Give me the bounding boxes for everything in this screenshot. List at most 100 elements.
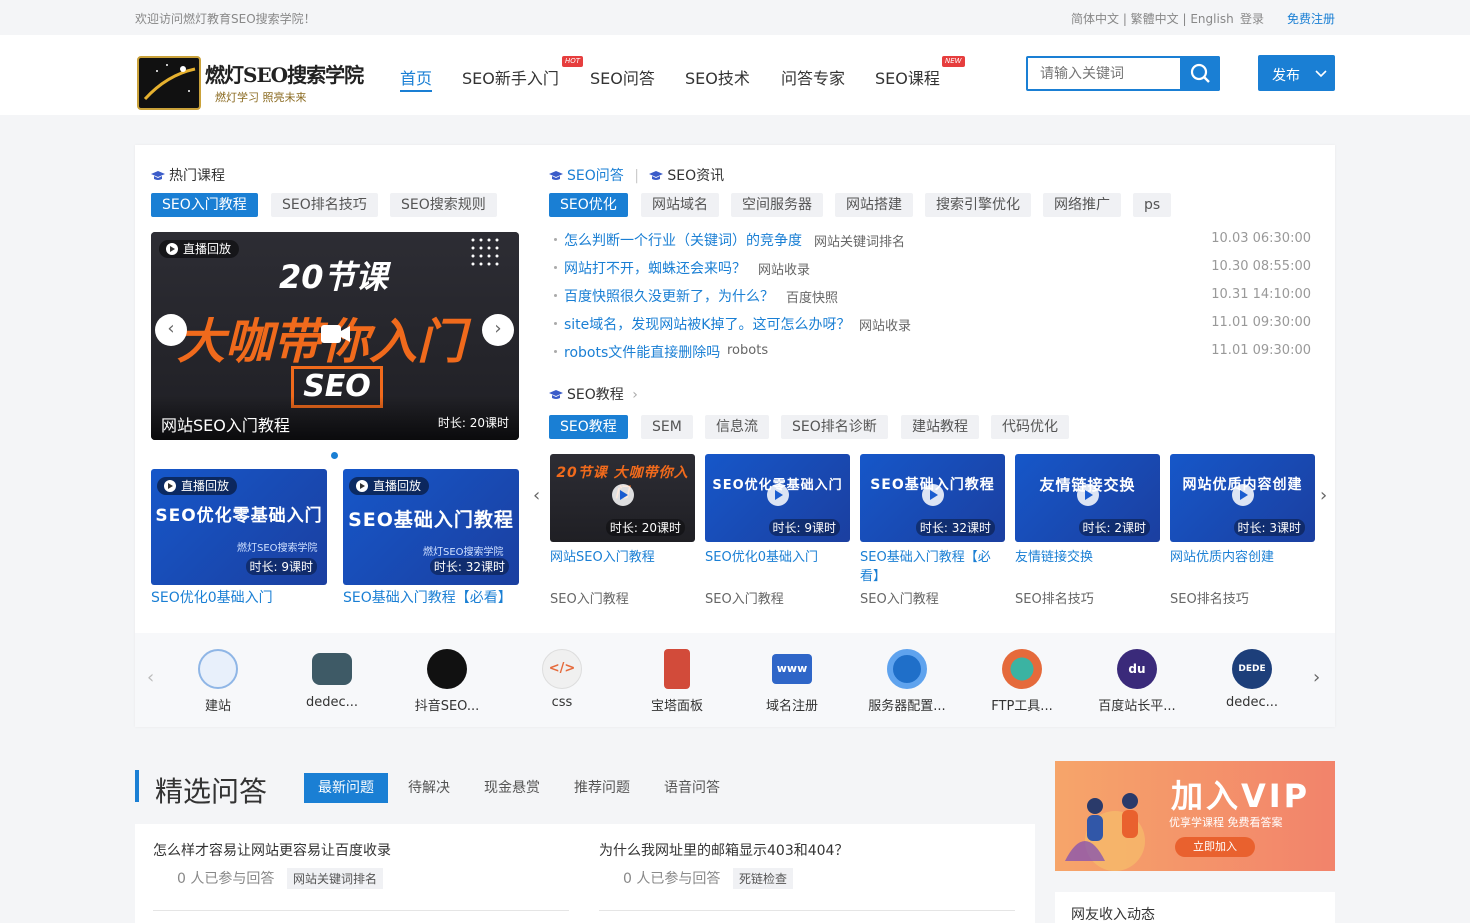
tool-label: 宝塔面板 <box>650 699 703 714</box>
list-item[interactable]: robots文件能直接删除吗 robots 11.01 09:30:00 <box>549 342 1311 362</box>
vip-join-button[interactable]: 立即加入 <box>1175 837 1255 857</box>
nav-seo-tech[interactable]: SEO技术 <box>685 65 750 89</box>
nav-seo-qa[interactable]: SEO问答 <box>590 65 655 89</box>
qa-category[interactable]: 网站收录 <box>758 259 810 278</box>
course-slider[interactable]: 直播回放 20节课 大咖带你入门 SEO ‹ › 网站SEO入门教程 时长: 2… <box>151 232 519 440</box>
tab-seo-optimization[interactable]: SEO优化 <box>549 193 628 217</box>
tab-seo-diagnosis[interactable]: SEO排名诊断 <box>781 415 888 439</box>
baidu-icon: du <box>1117 649 1157 689</box>
search-button[interactable] <box>1180 56 1220 91</box>
qa-title[interactable]: robots文件能直接删除吗 <box>564 342 720 362</box>
tab-seo-tutorial[interactable]: SEO教程 <box>549 415 628 439</box>
tutorial-card-4[interactable]: 友情链接交换 时长: 2课时 友情链接交换 SEO排名技巧 <box>1015 454 1160 607</box>
tab-site-tutorial[interactable]: 建站教程 <box>901 415 979 439</box>
list-item[interactable]: 怎么判断一个行业（关键词）的竞争度 网站关键词排名 10.03 06:30:00 <box>549 230 1311 250</box>
tab-latest[interactable]: 最新问题 <box>304 773 388 803</box>
course-duration: 时长: 20课时 <box>605 519 685 536</box>
course-category: SEO入门教程 <box>705 592 784 607</box>
tool-item[interactable]: 建站 <box>173 649 263 714</box>
tab-promotion[interactable]: 网络推广 <box>1043 193 1121 217</box>
qa-card[interactable]: 怎么样才容易让网站更容易让百度收录 0 人已参与回答 网站关键词排名 <box>153 840 569 911</box>
tool-item[interactable]: DEDE dedec... <box>1207 649 1297 710</box>
tab-site-building[interactable]: 网站搭建 <box>835 193 913 217</box>
vip-banner[interactable]: 加入VIP 优享学课程 免费看答案 立即加入 <box>1055 761 1335 871</box>
nav-qa-experts[interactable]: 问答专家 <box>781 65 845 89</box>
qa-title[interactable]: 怎么判断一个行业（关键词）的竞争度 <box>564 230 802 250</box>
qa-card-title[interactable]: 为什么我网址里的邮箱显示403和404？ <box>599 840 1015 860</box>
nav-seo-beginner[interactable]: SEO新手入门 <box>462 65 559 89</box>
tool-item[interactable]: du 百度站长平... <box>1092 649 1182 714</box>
tutorial-card-1[interactable]: 20节课 大咖带你入门 时长: 20课时 网站SEO入门教程 SEO入门教程 <box>550 454 695 607</box>
tab-title-seo-news[interactable]: SEO资讯 <box>667 168 724 184</box>
slider-next-button[interactable]: › <box>482 314 514 346</box>
list-item[interactable]: 百度快照很久没更新了，为什么？ 百度快照 10.31 14:10:00 <box>549 286 1311 306</box>
hot-course-card-2[interactable]: 直播回放 SEO基础入门教程 燃灯SEO搜索学院 时长: 32课时 SEO基础入… <box>343 469 519 606</box>
qa-category[interactable]: robots <box>727 343 768 358</box>
list-item[interactable]: site域名，发现网站被K掉了。这可怎么办呀？ 网站收录 11.01 09:30:0… <box>549 314 1311 334</box>
tool-item[interactable]: www 域名注册 <box>747 649 837 714</box>
tab-recommended[interactable]: 推荐问题 <box>560 773 644 803</box>
qa-card[interactable]: 为什么我网址里的邮箱显示403和404？ 0 人已参与回答 死链检查 <box>599 840 1015 911</box>
tutorial-card-5[interactable]: 网站优质内容创建 时长: 3课时 网站优质内容创建 SEO排名技巧 <box>1170 454 1315 607</box>
tutorials-title[interactable]: SEO教程 › <box>549 384 638 404</box>
tab-sem[interactable]: SEM <box>641 415 693 439</box>
tab-unresolved[interactable]: 待解决 <box>394 773 464 803</box>
tutorial-card-3[interactable]: SEO基础入门教程 时长: 32课时 SEO基础入门教程【必看】 SEO入门教程 <box>860 454 1005 607</box>
hot-course-card-1[interactable]: 直播回放 SEO优化零基础入门 燃灯SEO搜索学院 时长: 9课时 SEO优化0… <box>151 469 327 606</box>
slider-prev-button[interactable]: ‹ <box>155 314 187 346</box>
login-link[interactable]: 登录 <box>1240 10 1264 27</box>
tool-label: 服务器配置... <box>868 699 946 714</box>
slider-dot-active[interactable] <box>331 452 338 459</box>
course-title: SEO优化0基础入门 <box>151 590 273 606</box>
logo[interactable]: 燃灯SEO搜索学院 燃灯学习 照亮未来 <box>137 55 364 111</box>
tool-item[interactable]: 抖音SEO... <box>402 649 492 714</box>
qa-card-tag[interactable]: 死链检查 <box>733 868 794 889</box>
tab-search-engine[interactable]: 搜索引擎优化 <box>925 193 1031 217</box>
qa-category[interactable]: 网站关键词排名 <box>814 231 905 250</box>
thumbnail-text: SEO优化零基础入门 <box>155 506 323 526</box>
tool-item[interactable]: 宝塔面板 <box>632 649 722 714</box>
search-input[interactable] <box>1040 66 1168 82</box>
language-switch[interactable]: 简体中文 | 繁體中文 | English <box>1071 10 1234 27</box>
course-thumbnail: 友情链接交换 时长: 2课时 <box>1015 454 1160 542</box>
qa-card-meta: 0 人已参与回答 <box>177 871 275 887</box>
tab-feed-ads[interactable]: 信息流 <box>705 415 769 439</box>
title-separator: | <box>634 168 639 184</box>
tab-title-seo-qa[interactable]: SEO问答 <box>567 168 624 184</box>
nav-seo-courses[interactable]: SEO课程 <box>875 65 940 89</box>
tab-voice[interactable]: 语音问答 <box>650 773 734 803</box>
tutorials-next-arrow[interactable]: › <box>1320 485 1327 506</box>
qa-news-title: SEO问答 | SEO资讯 <box>549 165 724 185</box>
tab-ps[interactable]: ps <box>1133 193 1172 217</box>
tool-item[interactable]: 服务器配置... <box>862 649 952 714</box>
tab-seo-rules[interactable]: SEO搜索规则 <box>390 193 497 217</box>
course-title: 网站优质内容创建 <box>1170 550 1275 565</box>
qa-category[interactable]: 百度快照 <box>786 287 838 306</box>
tab-domain[interactable]: 网站域名 <box>641 193 719 217</box>
qa-title[interactable]: site域名，发现网站被K掉了。这可怎么办呀？ <box>564 314 850 334</box>
qa-title[interactable]: 百度快照很久没更新了，为什么？ <box>564 286 774 306</box>
publish-button[interactable]: 发布 <box>1258 55 1335 91</box>
register-link[interactable]: 免费注册 <box>1287 10 1335 27</box>
tab-seo-ranking[interactable]: SEO排名技巧 <box>271 193 378 217</box>
tab-bounty[interactable]: 现金悬赏 <box>470 773 554 803</box>
tutorials-prev-arrow[interactable]: ‹ <box>533 485 540 506</box>
tools-prev-arrow[interactable]: ‹ <box>147 667 154 688</box>
tool-item[interactable]: </> css <box>517 649 607 710</box>
course-duration: 时长: 3课时 <box>1233 519 1305 536</box>
qa-title[interactable]: 网站打不开，蜘蛛还会来吗？ <box>564 258 746 278</box>
tool-item[interactable]: FTP工具... <box>977 649 1067 714</box>
qa-category[interactable]: 网站收录 <box>859 315 911 334</box>
qa-card-title[interactable]: 怎么样才容易让网站更容易让百度收录 <box>153 840 569 860</box>
header: 燃灯SEO搜索学院 燃灯学习 照亮未来 首页 SEO新手入门 HOT SEO问答… <box>0 35 1470 115</box>
qa-date: 11.01 09:30:00 <box>1211 315 1311 330</box>
nav-home[interactable]: 首页 <box>400 65 432 92</box>
tool-item[interactable]: dedec... <box>287 649 377 710</box>
tab-server[interactable]: 空间服务器 <box>731 193 823 217</box>
tutorial-card-2[interactable]: SEO优化零基础入门 时长: 9课时 SEO优化0基础入门 SEO入门教程 <box>705 454 850 607</box>
tools-next-arrow[interactable]: › <box>1313 667 1320 688</box>
tab-code-optimization[interactable]: 代码优化 <box>991 415 1069 439</box>
tab-seo-intro[interactable]: SEO入门教程 <box>151 193 258 217</box>
qa-card-tag[interactable]: 网站关键词排名 <box>287 868 384 889</box>
list-item[interactable]: 网站打不开，蜘蛛还会来吗？ 网站收录 10.30 08:55:00 <box>549 258 1311 278</box>
